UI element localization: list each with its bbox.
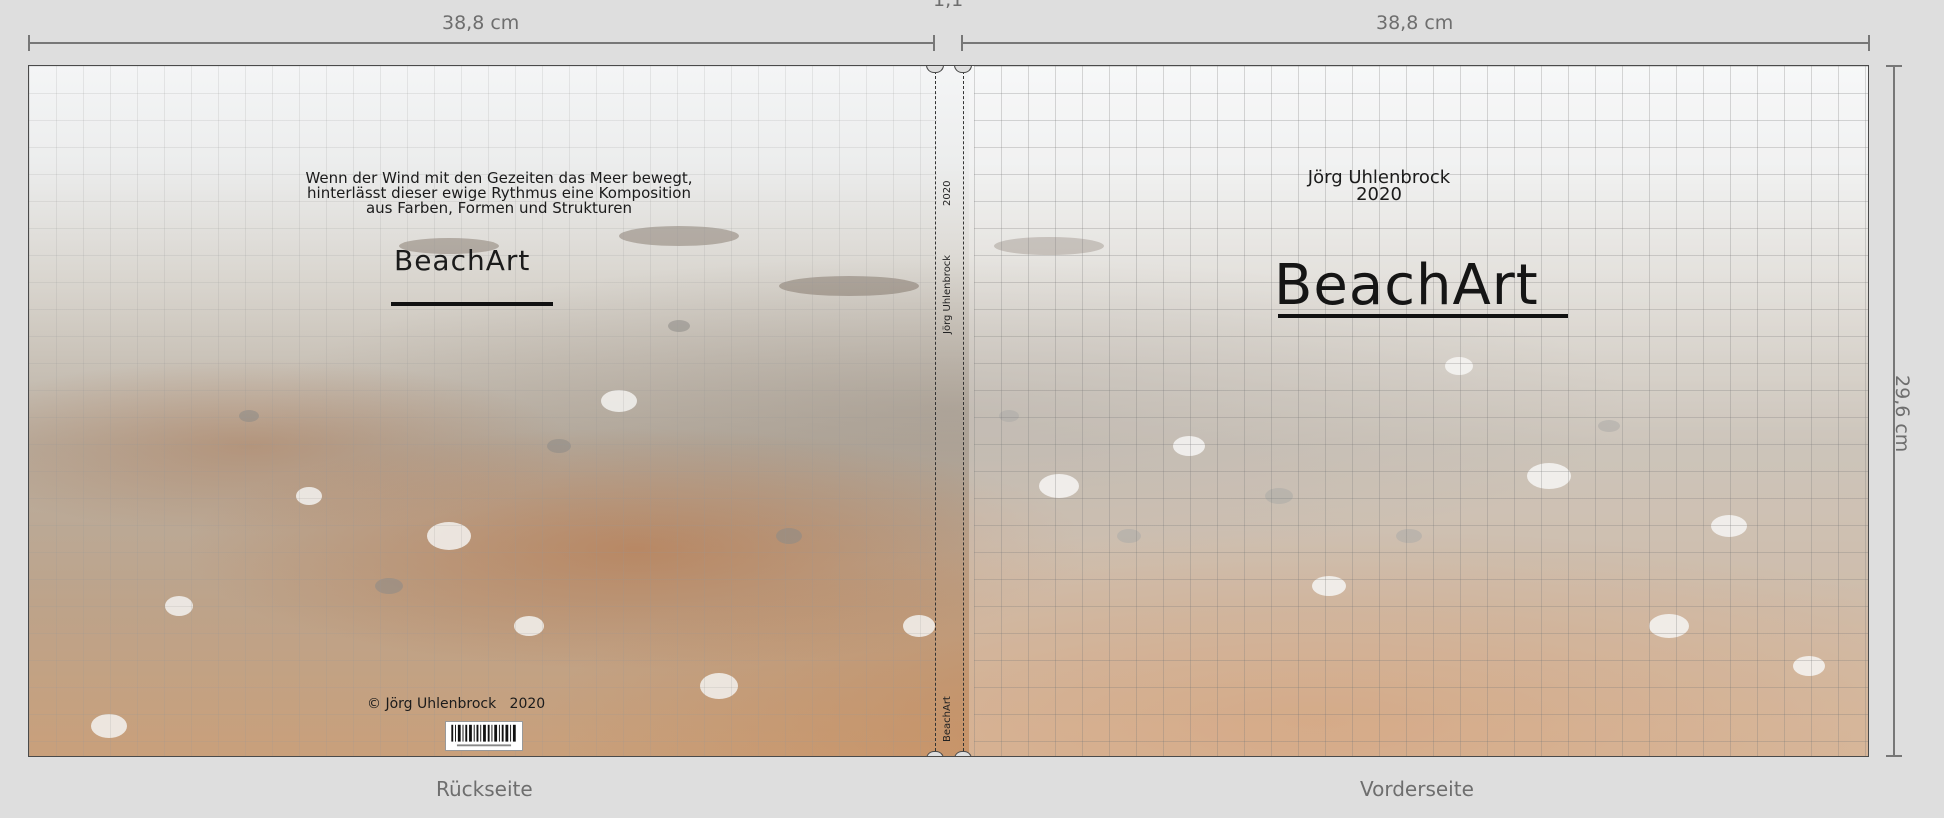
spine-guide-left xyxy=(935,66,936,756)
barcode-icon xyxy=(445,721,523,751)
spine-width-label: 1,1 xyxy=(933,0,964,11)
front-title-underline xyxy=(1278,314,1568,318)
back-title-underline xyxy=(391,302,553,306)
back-width-line xyxy=(28,42,934,44)
back-cover-copyright[interactable]: © Jörg Uhlenbrock 2020 xyxy=(367,696,545,712)
spine-year: 2020 xyxy=(942,180,953,206)
front-cover-title[interactable]: BeachArt xyxy=(1274,253,1539,318)
blurb-line-3: aus Farben, Formen und Strukturen xyxy=(365,199,632,217)
back-cover-title[interactable]: BeachArt xyxy=(394,244,530,277)
front-width-line xyxy=(962,42,1870,44)
front-width-tick-right xyxy=(1868,35,1870,51)
spine-title: BeachArt xyxy=(942,696,953,742)
front-cover-author-block[interactable]: Jörg Uhlenbrock 2020 xyxy=(1269,169,1489,205)
spine-guide-right xyxy=(963,66,964,756)
back-cover-blurb[interactable]: Wenn der Wind mit den Gezeiten das Meer … xyxy=(249,171,749,216)
back-width-tick-left xyxy=(28,35,30,51)
front-side-label: Vorderseite xyxy=(1360,777,1474,801)
spine-author: Jörg Uhlenbrock xyxy=(942,254,953,334)
front-width-label: 38,8 cm xyxy=(1376,12,1454,34)
back-width-tick-right xyxy=(933,35,935,51)
cover-spread[interactable]: 2020 Jörg Uhlenbrock BeachArt Wenn der W… xyxy=(28,65,1869,757)
height-label: 29,6 cm xyxy=(1891,375,1913,453)
back-side-label: Rückseite xyxy=(436,777,533,801)
back-width-label: 38,8 cm xyxy=(442,12,520,34)
front-cover-year: 2020 xyxy=(1356,184,1402,205)
height-tick-bottom xyxy=(1886,755,1902,757)
height-tick-top xyxy=(1886,65,1902,67)
